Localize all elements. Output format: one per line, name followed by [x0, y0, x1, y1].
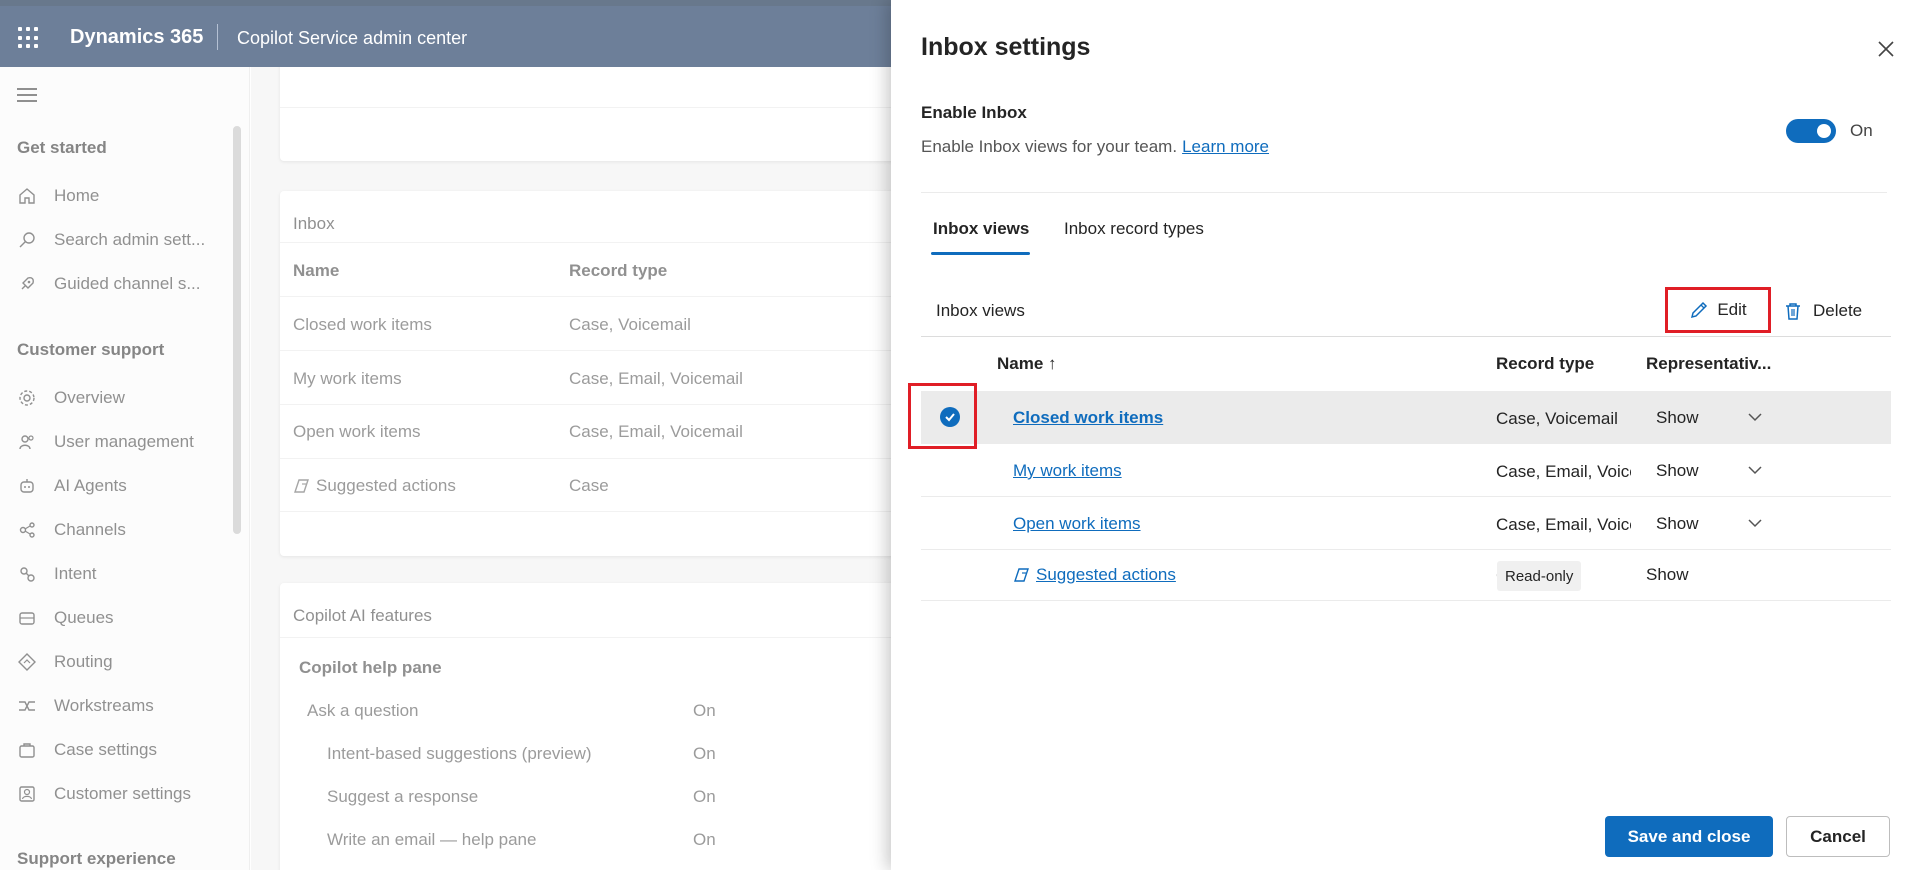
- view-record-type: Case, Voicemail: [1496, 409, 1618, 428]
- panel-title: Inbox settings: [921, 33, 1091, 61]
- column-header-representative[interactable]: Representativ...: [1646, 354, 1771, 374]
- view-record-type: Case, Email, Voicemail: [1496, 515, 1631, 534]
- view-representative: Show: [1646, 565, 1689, 584]
- view-representative: Show: [1656, 461, 1699, 480]
- checkmark-icon: [945, 413, 955, 422]
- enable-inbox-label: Enable Inbox: [921, 103, 1027, 122]
- close-icon[interactable]: [1877, 40, 1895, 58]
- inbox-settings-panel: Inbox settings Enable Inbox Enable Inbox…: [891, 0, 1917, 870]
- save-and-close-button[interactable]: Save and close: [1605, 816, 1773, 857]
- view-name-link[interactable]: My work items: [1013, 461, 1122, 481]
- enable-inbox-toggle[interactable]: [1786, 119, 1836, 143]
- chevron-down-icon[interactable]: [1748, 518, 1762, 528]
- view-representative: Show: [1656, 408, 1699, 427]
- read-only-badge: Read-only: [1497, 561, 1582, 591]
- view-name-link[interactable]: Suggested actions: [1036, 565, 1176, 585]
- edit-label: Edit: [1717, 300, 1747, 319]
- chevron-down-icon[interactable]: [1748, 412, 1762, 422]
- column-header-name[interactable]: Name ↑: [997, 354, 1057, 374]
- view-name-link[interactable]: Open work items: [1013, 514, 1141, 534]
- modal-overlay[interactable]: [0, 0, 891, 870]
- enable-desc-text: Enable Inbox views for your team.: [921, 137, 1178, 156]
- table-row[interactable]: Suggested actions Case Show: [921, 549, 1891, 601]
- view-representative: Show: [1656, 514, 1699, 533]
- divider: [921, 192, 1887, 193]
- table-row[interactable]: My work items Case, Email, Voicemail Sho…: [921, 445, 1891, 497]
- command-bar-divider: [921, 336, 1891, 337]
- delete-label: Delete: [1813, 301, 1863, 320]
- delete-button[interactable]: Delete: [1783, 291, 1862, 331]
- tab-inbox-views[interactable]: Inbox views: [933, 219, 1029, 239]
- row-checkbox-checked[interactable]: [940, 407, 960, 427]
- copilot-icon: [1014, 568, 1029, 582]
- view-name-link[interactable]: Closed work items: [1013, 408, 1163, 428]
- column-header-record-type[interactable]: Record type: [1496, 354, 1594, 374]
- inbox-views-label: Inbox views: [936, 301, 1025, 320]
- learn-more-link[interactable]: Learn more: [1182, 137, 1269, 156]
- trash-icon: [1786, 303, 1800, 320]
- active-tab-indicator: [931, 252, 1030, 255]
- pencil-icon: [1691, 301, 1708, 319]
- toggle-state-label: On: [1850, 121, 1873, 140]
- tab-inbox-record-types[interactable]: Inbox record types: [1064, 219, 1204, 239]
- table-row[interactable]: Closed work items Case, Voicemail Show: [921, 392, 1891, 444]
- edit-button[interactable]: Edit: [1665, 287, 1771, 333]
- cancel-button[interactable]: Cancel: [1786, 816, 1890, 857]
- enable-inbox-description: Enable Inbox views for your team. Learn m…: [921, 137, 1269, 157]
- chevron-down-icon[interactable]: [1748, 465, 1762, 475]
- view-name-suggested[interactable]: Suggested actions: [1013, 565, 1176, 585]
- table-row[interactable]: Open work items Case, Email, Voicemail S…: [921, 498, 1891, 550]
- view-record-type: Case, Email, Voicemail: [1496, 462, 1631, 481]
